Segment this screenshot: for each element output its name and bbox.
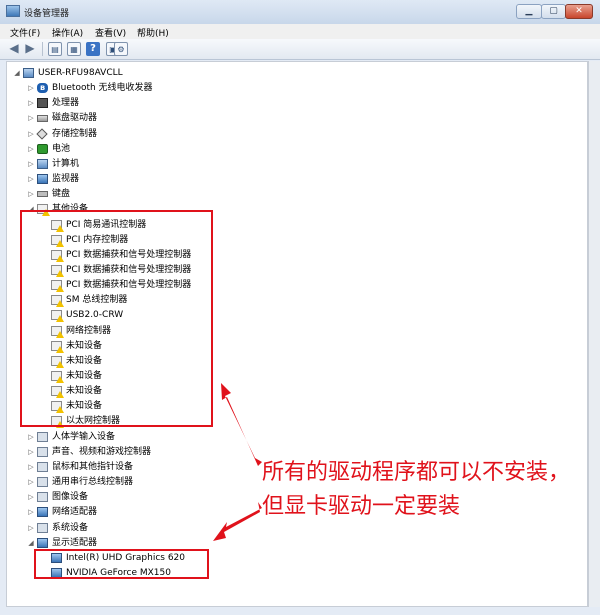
annotation-text: 所有的驱动程序都可以不安装，但显卡驱动一定要装 (262, 460, 571, 519)
device-manager-window: 设备管理器 ▁ ▢ ✕ 文件(F) 操作(A) 查看(V) 帮助(H) ◀ ▶ … (0, 0, 600, 615)
